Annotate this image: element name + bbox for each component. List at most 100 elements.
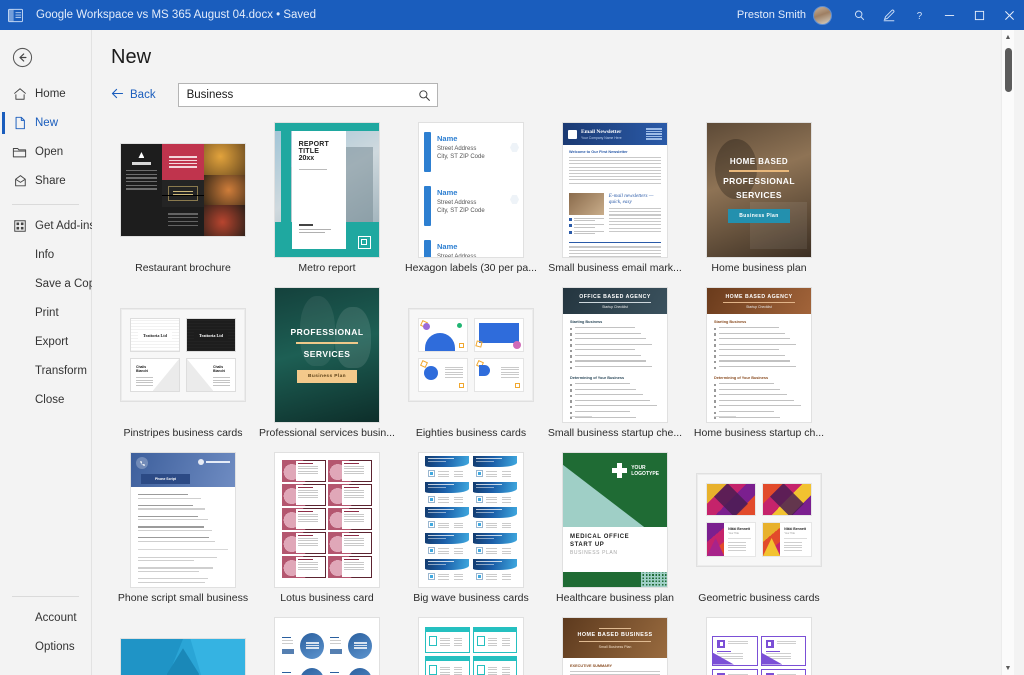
template-thumbnail[interactable] (399, 285, 543, 425)
template-card[interactable]: HOME BASED BUSINESS Small Business Plan … (543, 615, 687, 675)
open-folder-icon (11, 144, 28, 160)
sidebar-item-account[interactable]: Account (0, 605, 91, 631)
template-card[interactable]: HOME BASED AGENCY Startup Checklist Star… (687, 285, 831, 450)
template-card[interactable] (255, 615, 399, 675)
template-caption: Professional services busin... (259, 427, 395, 439)
template-thumbnail-art: YOURLOGOTYPE MEDICAL OFFICE START UP BUS… (563, 453, 667, 587)
scroll-track[interactable] (1002, 44, 1015, 661)
template-caption: Lotus business card (280, 592, 373, 604)
scroll-down-arrow[interactable]: ▼ (1005, 661, 1012, 675)
search-icon[interactable] (418, 89, 431, 102)
home-icon (11, 86, 28, 102)
template-caption: Home business plan (711, 262, 806, 274)
template-thumbnail[interactable] (111, 615, 255, 675)
template-thumbnail[interactable]: Phone Script (111, 450, 255, 590)
sidebar-item-label: Save a Copy (35, 278, 101, 290)
template-caption: Hexagon labels (30 per pa... (405, 262, 537, 274)
template-card[interactable]: Restaurant brochure (111, 120, 255, 285)
template-thumbnail[interactable] (255, 450, 399, 590)
template-card[interactable] (687, 615, 831, 675)
sidebar-item-home[interactable]: Home (0, 81, 91, 107)
template-card[interactable]: HOME BASED PROFESSIONAL SERVICES Busines… (687, 120, 831, 285)
template-thumbnail[interactable]: REPORT TITLE 20xx (255, 120, 399, 260)
template-thumbnail[interactable]: HOME BASED BUSINESS Small Business Plan … (543, 615, 687, 675)
template-thumbnail[interactable]: OFFICE BASED AGENCY Startup Checklist St… (543, 285, 687, 425)
template-card[interactable] (399, 615, 543, 675)
svg-text:?: ? (916, 10, 922, 21)
template-card[interactable]: Nikki Bennett Your Title Nikki Bennett Y… (687, 450, 831, 615)
template-thumbnail[interactable]: Email Newsletter Your Company Name Here … (543, 120, 687, 260)
search-box[interactable] (178, 83, 438, 107)
template-caption: Big wave business cards (413, 592, 529, 604)
template-card[interactable]: REPORT TITLE 20xx Metro report (255, 120, 399, 285)
add-ins-icon (11, 218, 28, 234)
template-card[interactable]: Name Street Address City, ST ZIP Code Na… (399, 120, 543, 285)
vertical-scrollbar[interactable]: ▲ ▼ (1001, 30, 1014, 675)
sidebar-item-get-add-ins[interactable]: Get Add-ins (0, 213, 91, 239)
sidebar-item-open[interactable]: Open (0, 139, 91, 165)
sidebar-item-label: Home (35, 88, 66, 100)
sidebar-item-new[interactable]: New (0, 110, 91, 136)
scroll-up-arrow[interactable]: ▲ (1005, 30, 1012, 44)
template-thumbnail-art: HOME BASED BUSINESS Small Business Plan … (563, 618, 667, 675)
sidebar-item-options[interactable]: Options (0, 634, 91, 660)
template-thumbnail[interactable] (255, 615, 399, 675)
sidebar-divider-1 (12, 204, 79, 205)
template-card[interactable]: Trattoria Ltd Trattoria Ltd Chalis Bianc… (111, 285, 255, 450)
template-thumbnail-art: PROFESSIONAL SERVICES Business Plan (275, 288, 379, 422)
template-thumbnail-art: REPORT TITLE 20xx (275, 123, 379, 257)
template-grid-scroll[interactable]: Restaurant brochure REPORT TITLE 20xx Me… (92, 120, 1024, 675)
search-lightbulb-icon[interactable] (844, 0, 874, 30)
template-card[interactable]: Eighties business cards (399, 285, 543, 450)
template-card[interactable]: Phone Script (111, 450, 255, 615)
sidebar-item-label: New (35, 117, 58, 129)
sidebar-item-close[interactable]: Close (0, 387, 91, 413)
template-card[interactable]: Big wave business cards (399, 450, 543, 615)
template-caption: Small business startup che... (548, 427, 682, 439)
sidebar-item-transform[interactable]: Transform (0, 358, 91, 384)
minimize-button[interactable] (934, 0, 964, 30)
template-card[interactable]: Email Newsletter Your Company Name Here … (543, 120, 687, 285)
sidebar-item-label: Close (35, 394, 64, 406)
template-thumbnail[interactable]: YOURLOGOTYPE MEDICAL OFFICE START UP BUS… (543, 450, 687, 590)
template-caption: Small business email mark... (548, 262, 682, 274)
template-thumbnail[interactable] (111, 120, 255, 260)
template-thumbnail[interactable] (399, 450, 543, 590)
template-thumbnail-art: Name Street Address City, ST ZIP Code Na… (419, 123, 523, 257)
template-thumbnail[interactable]: HOME BASED PROFESSIONAL SERVICES Busines… (687, 120, 831, 260)
template-card[interactable]: PROFESSIONAL SERVICES Business Plan Prof… (255, 285, 399, 450)
word-app-icon[interactable] (0, 0, 30, 30)
back-button[interactable]: Back (111, 88, 156, 102)
template-thumbnail[interactable]: HOME BASED AGENCY Startup Checklist Star… (687, 285, 831, 425)
template-thumbnail-art (707, 618, 811, 675)
template-thumbnail[interactable]: Name Street Address City, ST ZIP Code Na… (399, 120, 543, 260)
share-icon (11, 173, 28, 189)
sidebar-item-save-a-copy[interactable]: Save a Copy (0, 271, 91, 297)
ink-replay-icon[interactable] (874, 0, 904, 30)
back-arrow-circle-icon[interactable] (8, 43, 36, 71)
template-card[interactable] (111, 615, 255, 675)
search-input[interactable] (187, 89, 418, 101)
avatar[interactable] (813, 6, 832, 25)
sidebar-item-print[interactable]: Print (0, 300, 91, 326)
template-card[interactable]: YOURLOGOTYPE MEDICAL OFFICE START UP BUS… (543, 450, 687, 615)
template-thumbnail[interactable] (687, 615, 831, 675)
template-thumbnail-art (121, 144, 245, 236)
vertical-scroll-thumb[interactable] (1005, 48, 1012, 92)
template-thumbnail-art (275, 453, 379, 587)
document-title: Google Workspace vs MS 365 August 04.doc… (36, 9, 316, 21)
sidebar-item-share[interactable]: Share (0, 168, 91, 194)
template-card[interactable]: Lotus business card (255, 450, 399, 615)
template-thumbnail[interactable]: Nikki Bennett Your Title Nikki Bennett Y… (687, 450, 831, 590)
template-thumbnail[interactable]: Trattoria Ltd Trattoria Ltd Chalis Bianc… (111, 285, 255, 425)
sidebar-item-export[interactable]: Export (0, 329, 91, 355)
template-caption: Phone script small business (118, 592, 248, 604)
help-icon[interactable]: ? (904, 0, 934, 30)
template-card[interactable]: OFFICE BASED AGENCY Startup Checklist St… (543, 285, 687, 450)
maximize-button[interactable] (964, 0, 994, 30)
template-thumbnail[interactable]: PROFESSIONAL SERVICES Business Plan (255, 285, 399, 425)
close-button[interactable] (994, 0, 1024, 30)
template-thumbnail-art: Nikki Bennett Your Title Nikki Bennett Y… (697, 474, 821, 566)
sidebar-item-info[interactable]: Info (0, 242, 91, 268)
template-thumbnail[interactable] (399, 615, 543, 675)
